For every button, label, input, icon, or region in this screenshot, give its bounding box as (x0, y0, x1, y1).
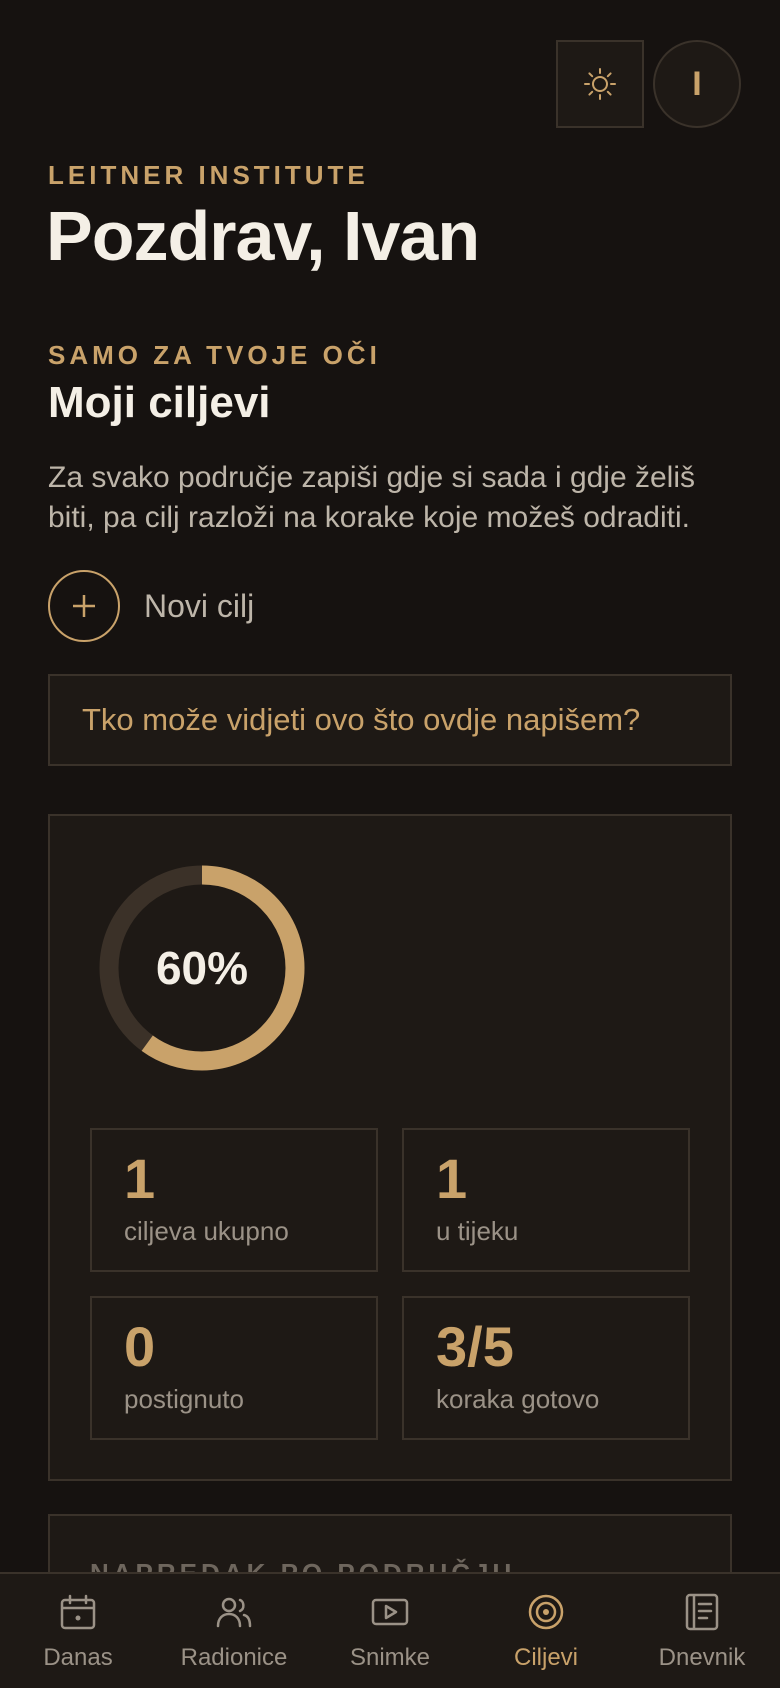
stat-value: 3/5 (436, 1315, 514, 1378)
video-icon (371, 1598, 409, 1626)
new-goal-button[interactable]: Novi cilj (48, 570, 254, 642)
privacy-question: Tko može vidjeti ovo što ovdje napišem? (82, 702, 641, 737)
journal-icon (685, 1593, 719, 1631)
new-goal-label: Novi cilj (144, 587, 255, 624)
stat-tile-steps: 3/5 koraka gotovo (402, 1296, 690, 1440)
greeting-title: Pozdrav, Ivan (46, 197, 480, 275)
stats-card: 60% 1 ciljeva ukupno 1 u tijeku 0 postig… (48, 814, 732, 1481)
users-icon (216, 1597, 252, 1628)
stat-value: 1 (124, 1147, 156, 1210)
sun-icon (584, 68, 616, 100)
nav-item-snimke[interactable]: Snimke (312, 1574, 468, 1688)
theme-toggle-button[interactable] (556, 40, 644, 128)
nav-item-danas[interactable]: Danas (0, 1574, 156, 1688)
bottom-nav: Danas Radionice Snimke Ciljevi Dnevnik (0, 1572, 780, 1688)
stat-label: ciljeva ukupno (124, 1216, 289, 1246)
stat-label: u tijeku (436, 1216, 519, 1246)
nav-label: Radionice (180, 1644, 288, 1671)
target-icon (528, 1594, 564, 1630)
stat-label: postignuto (124, 1384, 244, 1414)
progress-percent: 60% (155, 942, 249, 994)
avatar-initial: I (692, 64, 702, 103)
plus-icon (48, 570, 120, 642)
goals-description: Za svako područje zapiši gdje si sada i … (48, 461, 696, 534)
nav-item-ciljevi[interactable]: Ciljevi (468, 1574, 624, 1688)
nav-label: Dnevnik (658, 1644, 746, 1671)
goals-title: Moji ciljevi (48, 378, 271, 427)
stat-tile-achieved: 0 postignuto (90, 1296, 378, 1440)
stat-tile-total: 1 ciljeva ukupno (90, 1128, 378, 1272)
goals-eyebrow: SAMO ZA TVOJE OČI (48, 340, 381, 370)
nav-label: Danas (43, 1644, 113, 1671)
privacy-info-button[interactable]: Tko može vidjeti ovo što ovdje napišem? (48, 674, 732, 766)
stat-value: 0 (124, 1315, 156, 1378)
nav-label: Snimke (349, 1644, 431, 1671)
calendar-icon (60, 1594, 96, 1630)
nav-label: Ciljevi (513, 1644, 578, 1671)
stat-value: 1 (436, 1147, 468, 1210)
stat-label: koraka gotovo (436, 1384, 600, 1414)
nav-item-dnevnik[interactable]: Dnevnik (624, 1574, 780, 1688)
stat-tile-in-progress: 1 u tijeku (402, 1128, 690, 1272)
avatar-button[interactable]: I (653, 40, 741, 128)
nav-item-radionice[interactable]: Radionice (156, 1574, 312, 1688)
org-name: LEITNER INSTITUTE (48, 160, 369, 190)
goals-screen: I LEITNER INSTITUTE Pozdrav, Ivan SAMO Z… (0, 0, 780, 1688)
